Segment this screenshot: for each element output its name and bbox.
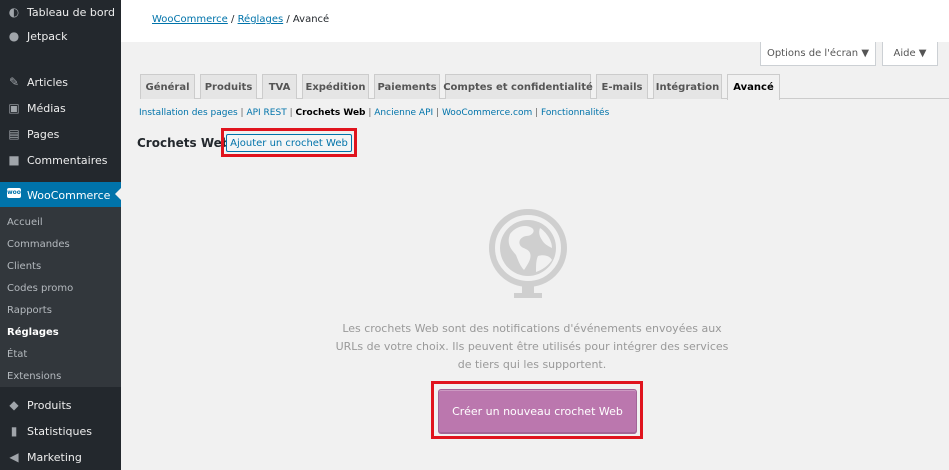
screen-options-button[interactable]: Options de l'écran ▼ (760, 42, 876, 66)
breadcrumb-separator: / (227, 14, 238, 25)
menu-item-articles[interactable]: ✎ Articles (0, 70, 121, 94)
submenu-extensions[interactable]: Extensions (7, 371, 61, 382)
subsub-woocommerce-com[interactable]: WooCommerce.com (442, 108, 532, 118)
menu-label: Statistiques (27, 424, 92, 438)
menu-label: WooCommerce (27, 188, 111, 202)
subsub-crochets-web: Crochets Web (295, 108, 366, 118)
menu-label: Pages (27, 127, 60, 141)
jetpack-icon: ● (8, 29, 20, 43)
subsub-api-rest[interactable]: API REST (246, 108, 286, 118)
menu-item-jetpack[interactable]: ● Jetpack (0, 24, 121, 48)
woocommerce-header: WooCommerce / Réglages / Avancé (121, 0, 949, 42)
empty-state-message: Les crochets Web sont des notifications … (335, 322, 729, 371)
submenu-accueil[interactable]: Accueil (7, 217, 43, 228)
stats-icon: ▮ (10, 424, 18, 438)
subsub-installation-pages[interactable]: Installation des pages (139, 108, 238, 118)
media-icon: ▣ (8, 101, 20, 115)
active-arrow-icon (115, 188, 121, 200)
highlight-box-add-button (221, 128, 357, 157)
tab-produits[interactable]: Produits (200, 74, 257, 99)
pages-icon: ▤ (8, 127, 20, 141)
subsub-separator: | (532, 108, 542, 118)
breadcrumb-current: Avancé (292, 14, 330, 25)
tab-tva[interactable]: TVA (262, 74, 297, 99)
subsub-separator: | (433, 108, 442, 118)
menu-label: Jetpack (27, 29, 68, 43)
menu-label: Médias (27, 101, 66, 115)
menu-item-comments[interactable]: ■ Commentaires (0, 148, 121, 172)
tab-paiements[interactable]: Paiements (374, 74, 440, 99)
menu-item-media[interactable]: ▣ Médias (0, 96, 121, 120)
menu-item-dashboard[interactable]: ◐ Tableau de bord (0, 0, 121, 24)
advanced-subsections: Installation des pages | API REST | Croc… (139, 108, 609, 118)
admin-sidebar: ◐ Tableau de bord ● Jetpack ✎ Articles ▣… (0, 0, 121, 470)
menu-item-woocommerce[interactable]: woo WooCommerce (0, 182, 121, 208)
menu-label: Articles (27, 75, 69, 89)
tab-integration[interactable]: Intégration (653, 74, 722, 99)
breadcrumb-woocommerce-link[interactable]: WooCommerce (152, 14, 228, 25)
breadcrumb: WooCommerce / Réglages / Avancé (152, 14, 329, 25)
tab-expedition[interactable]: Expédition (302, 74, 369, 99)
breadcrumb-separator: / (283, 14, 293, 25)
menu-label: Produits (27, 398, 72, 412)
woocommerce-submenu: Accueil Commandes Clients Codes promo Ra… (0, 207, 121, 387)
tab-emails[interactable]: E-mails (596, 74, 648, 99)
breadcrumb-reglages-link[interactable]: Réglages (238, 14, 284, 25)
subsub-separator: | (365, 108, 375, 118)
submenu-reglages[interactable]: Réglages (7, 327, 59, 338)
woocommerce-icon: woo (7, 188, 21, 198)
menu-item-marketing[interactable]: ◀ Marketing (0, 445, 121, 469)
submenu-rapports[interactable]: Rapports (7, 305, 52, 316)
tab-general[interactable]: Général (140, 74, 195, 99)
submenu-clients[interactable]: Clients (7, 261, 41, 272)
submenu-commandes[interactable]: Commandes (7, 239, 70, 250)
menu-item-products[interactable]: ◆ Produits (0, 393, 121, 417)
products-icon: ◆ (9, 398, 19, 412)
highlight-box-create-button (431, 381, 643, 439)
subsub-fonctionnalites[interactable]: Fonctionnalités (541, 108, 609, 118)
menu-label: Tableau de bord (27, 5, 115, 19)
megaphone-icon: ◀ (9, 450, 19, 464)
menu-item-stats[interactable]: ▮ Statistiques (0, 419, 121, 443)
menu-label: Marketing (27, 450, 82, 464)
globe-icon (489, 209, 567, 298)
subsub-ancienne-api[interactable]: Ancienne API (374, 108, 433, 118)
page-title: Crochets Web (137, 136, 231, 150)
submenu-etat[interactable]: État (7, 349, 27, 360)
tab-comptes[interactable]: Comptes et confidentialité (443, 74, 593, 99)
dashboard-icon: ◐ (8, 5, 20, 19)
help-button[interactable]: Aide ▼ (882, 42, 938, 66)
tab-avance[interactable]: Avancé (727, 74, 780, 100)
submenu-codes-promo[interactable]: Codes promo (7, 283, 73, 294)
menu-label: Commentaires (27, 153, 108, 167)
menu-item-pages[interactable]: ▤ Pages (0, 122, 121, 146)
comments-icon: ■ (8, 153, 20, 167)
pin-icon: ✎ (8, 75, 20, 89)
